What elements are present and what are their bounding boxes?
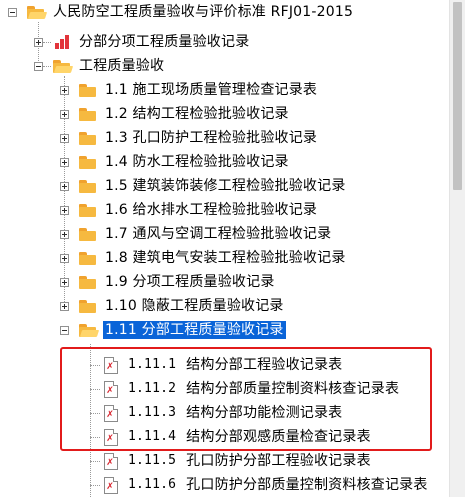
tree-node-label: 1.7 通风与空调工程检验批验收记录 [105, 226, 332, 242]
tree-node-root[interactable]: 人民防空工程质量验收与评价标准 RFJ01-2015 [26, 0, 355, 24]
folder-icon [78, 130, 98, 146]
project-tree: 人民防空工程质量验收与评价标准 RFJ01-2015 分部分项工程质量验收记录 … [0, 0, 449, 497]
tree-guide-line [90, 485, 100, 486]
document-icon: ✗ [104, 476, 118, 494]
collapse-toggle-icon[interactable] [60, 326, 69, 335]
folder-icon [78, 226, 98, 242]
tree-node-section-records[interactable]: 分部分项工程质量验收记录 [52, 30, 251, 54]
document-icon: ✗ [104, 452, 118, 470]
folder-open-icon [78, 322, 100, 338]
folder-open-icon [26, 4, 48, 20]
tree-node-label: 1.4 防水工程检验批验收记录 [105, 154, 289, 170]
folder-icon [78, 250, 98, 266]
tree-node-label: 人民防空工程质量验收与评价标准 RFJ01-2015 [53, 4, 354, 20]
scrollbar-thumb[interactable] [453, 2, 462, 190]
tree-node-folder[interactable]: 1.4 防水工程检验批验收记录 [78, 150, 291, 174]
folder-icon [78, 82, 98, 98]
tree-node-folder[interactable]: 1.2 结构工程检验批验收记录 [78, 102, 291, 126]
expand-toggle-icon[interactable] [60, 206, 69, 215]
tree-node-document[interactable]: ✗ 1.11.6 孔口防护分部质量控制资料核查记录表 [104, 473, 430, 497]
tree-node-label: 1.3 孔口防护工程检验批验收记录 [105, 130, 318, 146]
expand-toggle-icon[interactable] [34, 38, 43, 47]
folder-icon [78, 106, 98, 122]
document-number: 1.11.5 [128, 453, 177, 468]
tree-guide-line [43, 42, 51, 43]
tree-node-section-acceptance[interactable]: 工程质量验收 [52, 54, 166, 78]
expand-toggle-icon[interactable] [60, 182, 69, 191]
document-title: 孔口防护分部工程验收记录表 [186, 453, 371, 469]
tree-node-label: 1.9 分项工程质量验收记录 [105, 274, 275, 290]
tree-node-document[interactable]: ✗ 1.11.5 孔口防护分部工程验收记录表 [104, 449, 373, 473]
tree-node-label: 1.5 建筑装饰装修工程检验批验收记录 [105, 178, 346, 194]
tree-node-label: 1.6 给水排水工程检验批验收记录 [105, 202, 318, 218]
tree-node-folder[interactable]: 1.6 给水排水工程检验批验收记录 [78, 198, 319, 222]
tree-node-label: 1.8 建筑电气安装工程检验批验收记录 [105, 250, 346, 266]
annotation-highlight-box [60, 347, 432, 451]
folder-icon [78, 202, 98, 218]
tree-node-folder[interactable]: 1.7 通风与空调工程检验批验收记录 [78, 222, 333, 246]
tree-node-folder[interactable]: 1.8 建筑电气安装工程检验批验收记录 [78, 246, 348, 270]
folder-icon [78, 298, 98, 314]
tree-node-label: 工程质量验收 [79, 58, 165, 74]
folder-icon [78, 178, 98, 194]
tree-node-label: 1.1 施工现场质量管理检查记录表 [105, 82, 318, 98]
tree-guide-line [43, 66, 51, 67]
bar-chart-icon [52, 34, 72, 50]
expand-toggle-icon[interactable] [60, 86, 69, 95]
folder-icon [78, 274, 98, 290]
expand-toggle-icon[interactable] [60, 302, 69, 311]
expand-toggle-icon[interactable] [60, 134, 69, 143]
document-title: 孔口防护分部质量控制资料核查记录表 [186, 477, 428, 493]
expand-toggle-icon[interactable] [60, 254, 69, 263]
tree-node-folder[interactable]: 1.5 建筑装饰装修工程检验批验收记录 [78, 174, 348, 198]
tree-node-label: 1.10 隐蔽工程质量验收记录 [105, 298, 284, 314]
expand-toggle-icon[interactable] [60, 110, 69, 119]
tree-node-folder[interactable]: 1.10 隐蔽工程质量验收记录 [78, 294, 286, 318]
collapse-toggle-icon[interactable] [34, 62, 43, 71]
folder-open-icon [52, 58, 74, 74]
folder-icon [78, 154, 98, 170]
expand-toggle-icon[interactable] [60, 230, 69, 239]
tree-node-folder[interactable]: 1.9 分项工程质量验收记录 [78, 270, 277, 294]
vertical-scrollbar[interactable] [449, 0, 465, 497]
collapse-toggle-icon[interactable] [8, 8, 17, 17]
document-number: 1.11.6 [128, 477, 177, 492]
tree-node-folder[interactable]: 1.3 孔口防护工程检验批验收记录 [78, 126, 319, 150]
tree-node-label: 1.11 分部工程质量验收记录 [103, 321, 286, 339]
tree-node-label: 1.2 结构工程检验批验收记录 [105, 106, 289, 122]
tree-node-label: 分部分项工程质量验收记录 [79, 34, 250, 50]
tree-guide-line [90, 461, 100, 462]
tree-node-folder-selected[interactable]: 1.11 分部工程质量验收记录 [78, 318, 286, 342]
tree-node-folder[interactable]: 1.1 施工现场质量管理检查记录表 [78, 78, 319, 102]
expand-toggle-icon[interactable] [60, 278, 69, 287]
expand-toggle-icon[interactable] [60, 158, 69, 167]
